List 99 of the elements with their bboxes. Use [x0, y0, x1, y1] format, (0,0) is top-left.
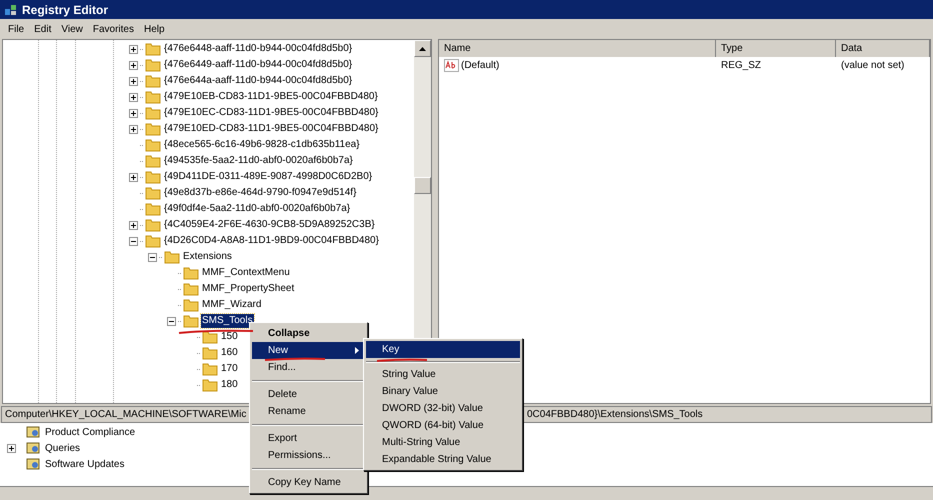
tree-item[interactable]: SMS_Tools — [201, 314, 254, 328]
expand-icon[interactable] — [129, 124, 138, 134]
menu-item[interactable]: Rename — [252, 403, 365, 420]
tree-item[interactable]: 150 — [220, 330, 239, 344]
tree-item[interactable]: {476e644a-aaff-11d0-b944-00c04fd8d5b0} — [163, 74, 354, 88]
folder-icon — [145, 74, 161, 88]
status-path: 0C04FBBD480}\Extensions\SMS_Tools — [526, 408, 704, 422]
folder-icon — [145, 90, 161, 104]
tree-item[interactable]: {48ece565-6c16-49b6-9828-c1db635b11ea} — [163, 138, 361, 152]
tree-item[interactable]: Queries — [45, 440, 80, 456]
string-value-icon — [444, 59, 459, 72]
expand-icon[interactable] — [129, 44, 138, 54]
tree-item[interactable]: {479E10EC-CD83-11D1-9BE5-00C04FBBD480} — [163, 106, 380, 120]
expand-icon[interactable] — [129, 220, 138, 230]
expand-icon[interactable] — [129, 172, 138, 182]
tree-item[interactable]: {479E10EB-CD83-11D1-9BE5-00C04FBBD480} — [163, 90, 379, 104]
menu-item[interactable]: Export — [252, 430, 365, 447]
expand-icon[interactable] — [129, 108, 138, 118]
folder-icon — [145, 58, 161, 72]
column-header[interactable]: Type — [716, 40, 836, 57]
menu-item[interactable]: Find... — [252, 359, 365, 376]
menu-item[interactable]: QWORD (64-bit) Value — [366, 417, 520, 434]
submenu-arrow-icon — [355, 347, 359, 354]
folder-icon — [145, 122, 161, 136]
expand-icon[interactable] — [129, 60, 138, 70]
tree-item[interactable]: {479E10ED-CD83-11D1-9BE5-00C04FBBD480} — [163, 122, 380, 136]
tree-item[interactable]: Extensions — [182, 250, 233, 264]
tree-item[interactable]: {476e6449-aaff-11d0-b944-00c04fd8d5b0} — [163, 58, 354, 72]
value-data: (value not set) — [840, 59, 906, 73]
scroll-thumb[interactable] — [414, 177, 431, 194]
node-icon — [26, 425, 41, 439]
tree-item[interactable]: 170 — [220, 362, 239, 376]
value-type: REG_SZ — [720, 59, 762, 73]
expand-icon[interactable] — [129, 92, 138, 102]
tree-item[interactable]: {49D411DE-0311-489E-9087-4998D0C6D2B0} — [163, 170, 374, 184]
menu-item[interactable]: Copy Key Name — [252, 474, 365, 491]
menu-item[interactable]: Delete — [252, 386, 365, 403]
menu-item[interactable]: String Value — [366, 366, 520, 383]
tree-item[interactable]: {4C4059E4-2F6E-4630-9CB8-5D9A89252C3B} — [163, 218, 376, 232]
menu-item[interactable]: Help — [138, 22, 170, 36]
menu-item[interactable]: Key — [366, 341, 520, 358]
node-icon — [26, 441, 41, 455]
menu-item[interactable]: New — [252, 342, 365, 359]
menu-item[interactable]: Collapse — [252, 325, 365, 342]
folder-icon — [145, 106, 161, 120]
collapse-icon[interactable] — [129, 236, 138, 246]
underline-mark — [376, 358, 428, 363]
tree-item[interactable]: {476e6448-aaff-11d0-b944-00c04fd8d5b0} — [163, 42, 354, 56]
collapse-icon[interactable] — [148, 252, 157, 262]
tree-item[interactable]: Product Compliance — [45, 424, 136, 440]
tree-item[interactable]: {4D26C0D4-A8A8-11D1-9BD9-00C04FBBD480} — [163, 234, 380, 248]
menu-item[interactable]: Multi-String Value — [366, 434, 520, 451]
tree-item[interactable]: 160 — [220, 346, 239, 360]
menu-item[interactable]: DWORD (32-bit) Value — [366, 400, 520, 417]
tree-item[interactable]: {49f0df4e-5aa2-11d0-abf0-0020af6b0b7a} — [163, 202, 352, 216]
folder-icon — [145, 138, 161, 152]
tree-item[interactable]: MMF_Wizard — [201, 298, 262, 312]
window-title: Registry Editor — [22, 2, 108, 18]
menu-item[interactable]: Permissions... — [252, 447, 365, 464]
folder-icon — [202, 346, 218, 360]
tree-item[interactable]: MMF_PropertySheet — [201, 282, 296, 296]
tree-item[interactable]: Software Updates — [45, 456, 124, 472]
expand-icon[interactable] — [7, 444, 16, 452]
column-header[interactable]: Data — [836, 40, 930, 57]
menu-item[interactable]: Edit — [29, 22, 56, 36]
expand-icon[interactable] — [129, 76, 138, 86]
folder-icon — [202, 330, 218, 344]
folder-icon — [183, 282, 199, 296]
folder-icon — [145, 42, 161, 56]
column-header[interactable]: Name — [439, 40, 716, 57]
node-icon — [26, 457, 41, 471]
menu-item[interactable]: Expandable String Value — [366, 451, 520, 468]
scroll-up-button[interactable] — [414, 40, 431, 57]
folder-icon — [145, 202, 161, 216]
tree-item[interactable]: 180 — [220, 378, 239, 392]
menu-item[interactable]: Binary Value — [366, 383, 520, 400]
value-name: (Default) — [461, 59, 500, 73]
collapse-icon[interactable] — [167, 316, 176, 326]
menu-item[interactable]: View — [56, 22, 88, 36]
folder-icon — [145, 170, 161, 184]
registry-icon — [4, 2, 18, 16]
folder-icon — [145, 186, 161, 200]
folder-icon — [183, 314, 199, 328]
folder-icon — [145, 234, 161, 248]
folder-icon — [145, 218, 161, 232]
folder-icon — [183, 266, 199, 280]
folder-icon — [145, 154, 161, 168]
up-arrow-icon — [419, 46, 426, 50]
menu-item[interactable]: Favorites — [88, 22, 139, 36]
tree-item[interactable]: {494535fe-5aa2-11d0-abf0-0020af6b0b7a} — [163, 154, 354, 168]
folder-icon — [183, 298, 199, 312]
folder-icon — [202, 362, 218, 376]
menu-item[interactable]: File — [3, 22, 30, 36]
tree-item[interactable]: {49e8d37b-e86e-464d-9790-f0947e9d514f} — [163, 186, 358, 200]
folder-icon — [202, 378, 218, 392]
folder-icon — [164, 250, 180, 264]
status-path: Computer\HKEY_LOCAL_MACHINE\SOFTWARE\Mic — [5, 409, 246, 420]
tree-item[interactable]: MMF_ContextMenu — [201, 266, 291, 280]
underline-mark — [264, 357, 326, 362]
